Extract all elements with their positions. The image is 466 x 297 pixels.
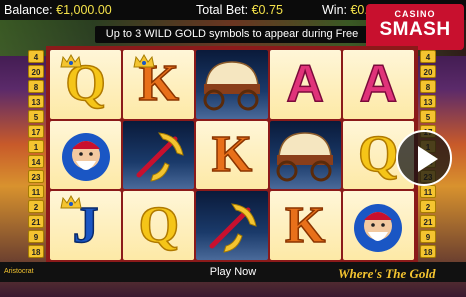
payline-marker: 8	[28, 80, 44, 93]
balance-value: €1,000.00	[56, 3, 112, 17]
j-symbol: J	[50, 191, 122, 260]
reel-grid: QKAAKQJQK	[50, 50, 414, 260]
miner-symbol	[50, 120, 122, 190]
k-symbol: K	[123, 50, 195, 119]
total-bet-value: €0.75	[251, 3, 283, 17]
total-bet-display: Total Bet: €0.75	[196, 3, 283, 17]
payline-marker: 11	[420, 185, 436, 198]
payline-marker: 14	[28, 155, 44, 168]
payline-marker: 20	[420, 65, 436, 78]
casino-smash-logo: CASINO SMASH	[366, 4, 464, 50]
payline-marker: 4	[420, 50, 436, 63]
total-bet-label: Total Bet:	[196, 3, 249, 17]
pickaxe-symbol	[196, 191, 268, 260]
payline-marker: 9	[28, 230, 44, 243]
payline-markers-left: 4 20 8 13 5 17 1 14 23 11 2 21 9 18	[28, 50, 46, 260]
k-symbol: K	[196, 120, 268, 190]
payline-marker: 11	[28, 185, 44, 198]
k-symbol: K	[269, 191, 341, 260]
a-symbol: A	[342, 50, 414, 119]
payline-marker: 13	[28, 95, 44, 108]
miner-symbol	[342, 191, 414, 260]
payline-marker: 13	[420, 95, 436, 108]
payline-marker: 23	[28, 170, 44, 183]
balance-label: Balance:	[4, 3, 53, 17]
win-label: Win:	[322, 3, 347, 17]
logo-line1: CASINO	[394, 9, 436, 19]
payline-marker: 21	[28, 215, 44, 228]
payline-marker: 18	[28, 245, 44, 258]
logo-line2: SMASH	[379, 19, 451, 40]
free-games-banner: Up to 3 WILD GOLD symbols to appear duri…	[95, 26, 369, 57]
wagon-symbol	[269, 120, 341, 190]
q-symbol: Q	[50, 50, 122, 119]
q-symbol: Q	[123, 191, 195, 260]
play-icon	[418, 146, 438, 172]
payline-marker: 5	[420, 110, 436, 123]
payline-marker: 5	[28, 110, 44, 123]
payline-marker: 20	[28, 65, 44, 78]
payline-marker: 1	[28, 140, 44, 153]
game-title-logo: Where's The Gold	[338, 266, 436, 281]
payline-marker: 21	[420, 215, 436, 228]
payline-marker: 17	[28, 125, 44, 138]
pickaxe-symbol	[123, 120, 195, 190]
payline-marker: 4	[28, 50, 44, 63]
payline-marker: 9	[420, 230, 436, 243]
payline-marker: 2	[28, 200, 44, 213]
balance-display: Balance: €1,000.00	[4, 3, 112, 17]
payline-marker: 8	[420, 80, 436, 93]
video-play-button[interactable]	[396, 130, 452, 186]
payline-marker: 2	[420, 200, 436, 213]
a-symbol: A	[269, 50, 341, 119]
payline-marker: 18	[420, 245, 436, 258]
wagon-symbol	[196, 50, 268, 119]
provider-logo: Aristocrat	[4, 268, 34, 275]
